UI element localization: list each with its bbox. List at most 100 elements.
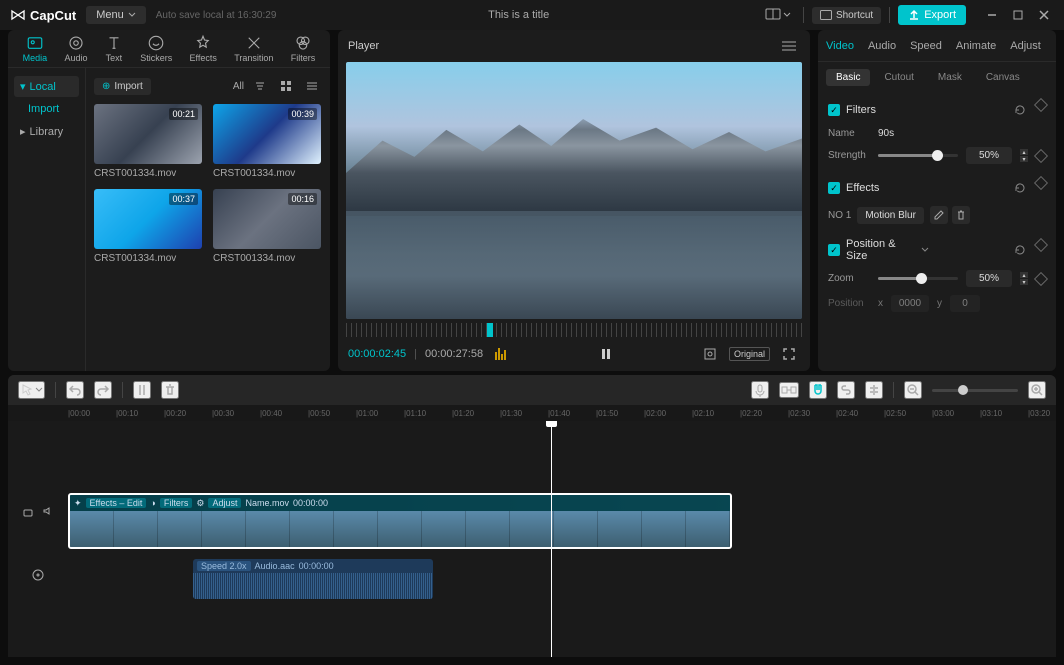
magnet-button[interactable] — [809, 381, 827, 399]
ruler-tick: |00:40 — [260, 409, 282, 418]
mute-track-icon[interactable] — [42, 505, 54, 517]
keyframe-icon[interactable] — [1034, 238, 1048, 252]
keyframe-icon[interactable] — [1034, 271, 1048, 285]
play-pause-button[interactable] — [595, 343, 617, 365]
insp-tab-speed[interactable]: Speed — [910, 40, 942, 52]
view-grid-button[interactable] — [276, 76, 296, 96]
tab-media[interactable]: Media — [17, 32, 54, 65]
delete-effect-icon[interactable] — [952, 206, 970, 224]
sort-button[interactable] — [250, 76, 270, 96]
project-title[interactable]: This is a title — [286, 9, 751, 21]
menu-button[interactable]: Menu — [86, 6, 146, 24]
keyframe-icon[interactable] — [1034, 148, 1048, 162]
split-button[interactable] — [133, 381, 151, 399]
zoom-slider[interactable] — [878, 277, 958, 280]
edit-effect-icon[interactable] — [930, 206, 948, 224]
insp-tab-animate[interactable]: Animate — [956, 40, 996, 52]
spin-up[interactable]: ▴ — [1020, 272, 1028, 278]
ruler-tick: |03:20 — [1028, 409, 1050, 418]
timeline-tracks[interactable]: ✦ Effects – Edit ◑ Filters ⚙ Adjust Name… — [8, 421, 1056, 657]
tab-audio[interactable]: Audio — [59, 32, 94, 65]
subtab-canvas[interactable]: Canvas — [976, 69, 1030, 86]
preview-viewport[interactable] — [346, 62, 802, 319]
media-clip[interactable]: 00:21CRST001334.mov — [94, 104, 203, 179]
pos-y-input[interactable] — [950, 295, 980, 312]
fullscreen-button[interactable] — [778, 343, 800, 365]
position-checkbox[interactable]: ✓ — [828, 244, 840, 256]
main-track-button[interactable] — [779, 382, 799, 398]
filter-all[interactable]: All — [233, 81, 244, 92]
ratio-button[interactable] — [699, 343, 721, 365]
insp-tab-audio[interactable]: Audio — [868, 40, 896, 52]
playhead[interactable] — [551, 421, 552, 657]
minimize-button[interactable] — [982, 5, 1002, 25]
media-clip[interactable]: 00:39CRST001334.mov — [213, 104, 322, 179]
adjust-icon: ⚙ — [196, 498, 204, 509]
video-clip[interactable]: ✦ Effects – Edit ◑ Filters ⚙ Adjust Name… — [68, 493, 732, 549]
subtab-basic[interactable]: Basic — [826, 69, 870, 86]
divider — [803, 7, 804, 23]
fx-icon: ✦ — [74, 498, 82, 509]
import-button[interactable]: ⊕Import — [94, 78, 151, 95]
strength-slider[interactable] — [878, 154, 958, 157]
time-current: 00:00:02:45 — [348, 348, 406, 360]
subtab-mask[interactable]: Mask — [928, 69, 972, 86]
insp-tab-adjust[interactable]: Adjust — [1010, 40, 1041, 52]
spin-down[interactable]: ▾ — [1020, 156, 1028, 162]
tab-effects[interactable]: Effects — [184, 32, 223, 65]
undo-button[interactable] — [66, 381, 84, 399]
effects-checkbox[interactable]: ✓ — [828, 182, 840, 194]
preview-axis-button[interactable] — [865, 381, 883, 399]
maximize-button[interactable] — [1008, 5, 1028, 25]
original-badge[interactable]: Original — [729, 347, 770, 361]
audio-clip[interactable]: Speed 2.0x Audio.aac 00:00:00 — [193, 559, 433, 599]
strength-input[interactable] — [966, 147, 1012, 164]
view-list-button[interactable] — [302, 76, 322, 96]
timeline-ruler[interactable]: |00:00|00:10|00:20|00:30|00:40|00:50|01:… — [8, 405, 1056, 421]
tab-text[interactable]: Text — [99, 32, 129, 65]
reset-icon[interactable] — [1010, 240, 1030, 260]
select-tool[interactable] — [18, 381, 45, 399]
ruler-tick: |01:30 — [500, 409, 522, 418]
reset-icon[interactable] — [1010, 100, 1030, 120]
chevron-down-icon[interactable] — [920, 245, 930, 255]
sidebar-item-import[interactable]: Import — [14, 99, 79, 119]
time-total: 00:00:27:58 — [425, 348, 483, 360]
keyframe-icon[interactable] — [1034, 176, 1048, 190]
sidebar-item-library[interactable]: ▸Library — [14, 121, 79, 142]
zoom-in-button[interactable] — [1028, 381, 1046, 399]
scopes-button[interactable] — [491, 344, 513, 364]
sidebar-item-local[interactable]: ▾Local — [14, 76, 79, 97]
layout-button[interactable] — [761, 4, 795, 26]
subtab-cutout[interactable]: Cutout — [874, 69, 923, 86]
record-button[interactable] — [751, 381, 769, 399]
zoom-input[interactable] — [966, 270, 1012, 287]
spin-down[interactable]: ▾ — [1020, 279, 1028, 285]
delete-button[interactable] — [161, 381, 179, 399]
insp-tab-video[interactable]: Video — [826, 40, 854, 52]
redo-button[interactable] — [94, 381, 112, 399]
timeline-panel: |00:00|00:10|00:20|00:30|00:40|00:50|01:… — [8, 375, 1056, 657]
tab-stickers[interactable]: Stickers — [134, 32, 178, 65]
zoom-slider[interactable] — [932, 389, 1018, 392]
lock-track-icon[interactable] — [22, 505, 34, 517]
close-button[interactable] — [1034, 5, 1054, 25]
shortcut-button[interactable]: Shortcut — [812, 7, 881, 24]
media-clip[interactable]: 00:37CRST001334.mov — [94, 189, 203, 264]
media-clip[interactable]: 00:16CRST001334.mov — [213, 189, 322, 264]
zoom-out-button[interactable] — [904, 381, 922, 399]
link-button[interactable] — [837, 381, 855, 399]
spin-up[interactable]: ▴ — [1020, 149, 1028, 155]
player-ruler[interactable] — [346, 323, 802, 337]
tab-filters[interactable]: Filters — [285, 32, 322, 65]
keyframe-icon[interactable] — [1034, 98, 1048, 112]
player-menu-button[interactable] — [778, 37, 800, 55]
pos-x-input[interactable] — [891, 295, 929, 312]
filters-checkbox[interactable]: ✓ — [828, 104, 840, 116]
audio-track-icon[interactable] — [32, 569, 44, 581]
tab-transition[interactable]: Transition — [228, 32, 279, 65]
autosave-status: Auto save local at 16:30:29 — [156, 10, 277, 21]
media-sidebar: ▾Local Import ▸Library — [8, 68, 86, 371]
reset-icon[interactable] — [1010, 178, 1030, 198]
export-button[interactable]: Export — [898, 5, 966, 25]
